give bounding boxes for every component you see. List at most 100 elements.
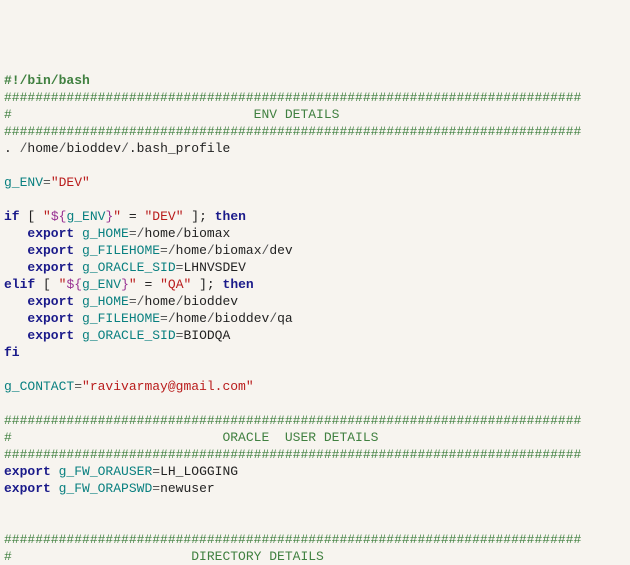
sp	[74, 328, 82, 343]
indent	[4, 260, 27, 275]
path: bioddev	[215, 311, 270, 326]
dollar-brace: ${	[51, 209, 67, 224]
kw-then: then	[215, 209, 246, 224]
indent	[4, 226, 27, 241]
path-home: home	[27, 141, 58, 156]
path: biomax	[184, 226, 231, 241]
slash: /	[176, 226, 184, 241]
var-gfilehome: g_FILEHOME	[82, 311, 160, 326]
val: BIODQA	[183, 328, 230, 343]
quote: "	[129, 277, 137, 292]
sp	[74, 226, 82, 241]
path: biomax	[215, 243, 262, 258]
path: bioddev	[184, 294, 239, 309]
kw-export: export	[27, 294, 74, 309]
indent	[4, 243, 27, 258]
path: home	[144, 226, 175, 241]
eq: =	[152, 464, 160, 479]
kw-export: export	[27, 260, 74, 275]
var-genv: g_ENV	[82, 277, 121, 292]
bracket: [	[20, 209, 43, 224]
comment-oracle-a: #	[4, 430, 222, 445]
comment-oracle-b: ORACLE USER DETAILS	[222, 430, 378, 445]
kw-export: export	[27, 243, 74, 258]
path: dev	[269, 243, 292, 258]
kw-elif: elif	[4, 277, 35, 292]
eq: =	[160, 311, 168, 326]
kw-if: if	[4, 209, 20, 224]
eq: =	[43, 175, 51, 190]
kw-fi: fi	[4, 345, 20, 360]
comment-env-a: #	[4, 107, 254, 122]
eq: =	[129, 226, 137, 241]
sp	[74, 243, 82, 258]
str-dev: "DEV"	[144, 209, 183, 224]
eq: =	[74, 379, 82, 394]
hashline-2: ########################################…	[4, 124, 581, 139]
eq: =	[160, 243, 168, 258]
sp	[74, 294, 82, 309]
var-gfilehome: g_FILEHOME	[82, 243, 160, 258]
indent	[4, 294, 27, 309]
sp	[74, 311, 82, 326]
slash: /	[207, 311, 215, 326]
brace: }	[121, 277, 129, 292]
path: home	[144, 294, 175, 309]
var-ghome: g_HOME	[82, 294, 129, 309]
var-goraclesid: g_ORACLE_SID	[82, 260, 176, 275]
hashline-4: ########################################…	[4, 447, 581, 462]
path: home	[176, 311, 207, 326]
slash: /	[168, 243, 176, 258]
kw-then: then	[223, 277, 254, 292]
slash: /	[121, 141, 129, 156]
slash: /	[176, 294, 184, 309]
sp	[74, 260, 82, 275]
var-goraclesid: g_ORACLE_SID	[82, 328, 176, 343]
eq-test: =	[121, 209, 144, 224]
path: qa	[277, 311, 293, 326]
kw-export: export	[27, 328, 74, 343]
hashline-1: ########################################…	[4, 90, 581, 105]
var-genv: g_ENV	[4, 175, 43, 190]
path: home	[176, 243, 207, 258]
var-fworapswd: g_FW_ORAPSWD	[59, 481, 153, 496]
hashline-3: ########################################…	[4, 413, 581, 428]
comment-dir-b: DIRECTORY DETAILS	[191, 549, 324, 564]
hashline-5: ########################################…	[4, 532, 581, 547]
bracket-end: ];	[191, 277, 222, 292]
sp	[51, 481, 59, 496]
eq-test: =	[137, 277, 160, 292]
indent	[4, 311, 27, 326]
eq: =	[152, 481, 160, 496]
path-bashprofile: .bash_profile	[129, 141, 230, 156]
var-gcontact: g_CONTACT	[4, 379, 74, 394]
slash: /	[269, 311, 277, 326]
slash: /	[168, 311, 176, 326]
str-qa: "QA"	[160, 277, 191, 292]
quote: "	[113, 209, 121, 224]
val: LH_LOGGING	[160, 464, 238, 479]
bracket: [	[35, 277, 58, 292]
kw-export: export	[27, 226, 74, 241]
var-fworauser: g_FW_ORAUSER	[59, 464, 153, 479]
val: newuser	[160, 481, 215, 496]
str-email: "ravivarmay@gmail.com"	[82, 379, 254, 394]
eq: =	[129, 294, 137, 309]
shebang-line: #!/bin/bash	[4, 73, 90, 88]
kw-export: export	[4, 481, 51, 496]
dot: .	[4, 141, 20, 156]
str-dev: "DEV"	[51, 175, 90, 190]
var-ghome: g_HOME	[82, 226, 129, 241]
quote: "	[43, 209, 51, 224]
slash: /	[207, 243, 215, 258]
dollar-brace: ${	[66, 277, 82, 292]
indent	[4, 328, 27, 343]
bracket-end: ];	[184, 209, 215, 224]
path-bioddev: bioddev	[66, 141, 121, 156]
comment-env-b: ENV DETAILS	[254, 107, 340, 122]
kw-export: export	[27, 311, 74, 326]
var-genv: g_ENV	[66, 209, 105, 224]
kw-export: export	[4, 464, 51, 479]
sp	[51, 464, 59, 479]
val: LHNVSDEV	[183, 260, 245, 275]
